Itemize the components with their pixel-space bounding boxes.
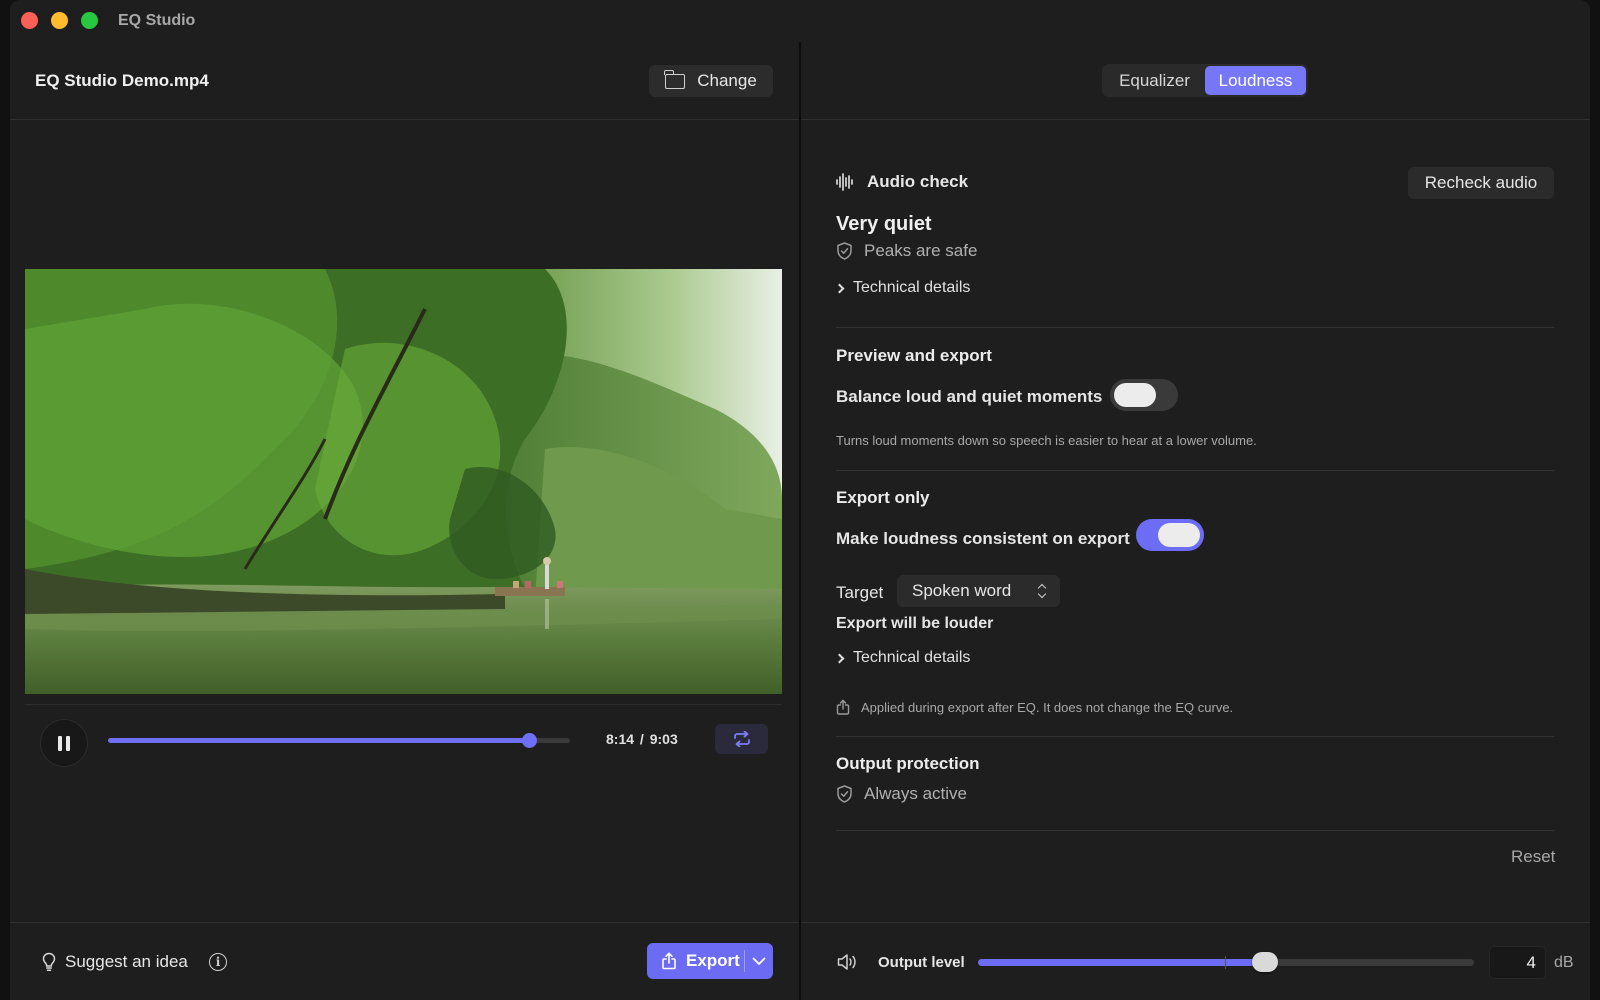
- title-bar: EQ Studio: [10, 0, 1590, 42]
- footer-divider: [801, 922, 1590, 923]
- output-protection-row: Always active: [836, 784, 967, 804]
- header-divider: [10, 119, 799, 120]
- repeat-icon: [733, 731, 750, 747]
- balance-help-text: Turns loud moments down so speech is eas…: [836, 433, 1257, 448]
- export-main-button[interactable]: Export: [647, 943, 744, 979]
- peaks-status: Peaks are safe: [864, 241, 978, 260]
- export-options-button[interactable]: [745, 943, 773, 979]
- technical-details-label: Technical details: [853, 279, 971, 296]
- export-button[interactable]: Export: [647, 943, 773, 979]
- playback-time: 8:14 / 9:03: [606, 731, 678, 747]
- folder-icon: [664, 69, 686, 89]
- suggest-idea-button[interactable]: Suggest an idea: [42, 952, 188, 972]
- settings-pane: Equalizer Loudness Audio check Recheck a…: [801, 42, 1590, 1000]
- output-level-unit: dB: [1554, 954, 1574, 971]
- audio-check-title: Audio check: [867, 172, 969, 191]
- playback-scrubber[interactable]: [108, 733, 570, 748]
- output-protection-title: Output protection: [836, 754, 980, 773]
- section-divider: [836, 736, 1554, 737]
- output-level-fill: [978, 959, 1265, 966]
- audio-check-header: Audio check: [836, 172, 968, 192]
- playback-scrubber-thumb[interactable]: [521, 733, 537, 748]
- header-divider: [801, 119, 1590, 120]
- target-select[interactable]: Spoken word: [897, 575, 1060, 607]
- chevron-right-icon: [834, 653, 845, 663]
- toggle-knob: [1158, 523, 1200, 547]
- mode-tabs: Equalizer Loudness: [1102, 64, 1308, 97]
- target-select-value: Spoken word: [912, 581, 1012, 600]
- window-title: EQ Studio: [118, 12, 196, 29]
- minimize-window-button[interactable]: [51, 12, 68, 29]
- toggle-knob: [1114, 383, 1156, 407]
- app-window: EQ Studio EQ Studio Demo.mp4 Change 8:14…: [10, 0, 1590, 1000]
- video-preview[interactable]: [25, 269, 782, 694]
- preview-export-title: Preview and export: [836, 346, 992, 365]
- lightbulb-icon: [42, 952, 56, 971]
- export-note-row: Applied during export after EQ. It does …: [836, 699, 1233, 715]
- target-label: Target: [836, 583, 884, 602]
- pause-button[interactable]: [40, 719, 88, 767]
- speaker-icon[interactable]: [837, 953, 859, 971]
- peaks-status-row: Peaks are safe: [836, 241, 977, 261]
- waveform-icon: [836, 173, 853, 191]
- output-level-value-field[interactable]: 4: [1489, 946, 1546, 979]
- recheck-audio-button[interactable]: Recheck audio: [1408, 167, 1554, 199]
- chevron-up-down-icon: [1038, 584, 1048, 598]
- file-name: EQ Studio Demo.mp4: [35, 71, 209, 90]
- output-level-slider[interactable]: [978, 952, 1474, 972]
- export-only-title: Export only: [836, 488, 930, 507]
- consistent-loudness-label: Make loudness consistent on export: [836, 529, 1130, 548]
- pause-icon: [58, 735, 70, 751]
- tab-equalizer[interactable]: Equalizer: [1104, 66, 1205, 95]
- shield-check-icon: [837, 242, 852, 260]
- export-note: Applied during export after EQ. It does …: [861, 699, 1234, 715]
- duration: 9:03: [649, 731, 678, 747]
- chevron-down-icon: [752, 957, 766, 965]
- media-pane: EQ Studio Demo.mp4 Change 8:14 / 9:03 Su…: [10, 42, 799, 1000]
- close-window-button[interactable]: [21, 12, 38, 29]
- footer-divider: [10, 922, 799, 923]
- technical-details-toggle[interactable]: Technical details: [834, 279, 971, 297]
- share-icon: [836, 699, 850, 715]
- chevron-right-icon: [834, 283, 845, 293]
- consistent-loudness-toggle[interactable]: [1136, 519, 1204, 551]
- zero-db-tick: [1225, 956, 1226, 969]
- output-level-label: Output level: [878, 954, 965, 971]
- technical-details-toggle[interactable]: Technical details: [834, 649, 971, 667]
- suggest-idea-label: Suggest an idea: [65, 952, 188, 971]
- balance-label: Balance loud and quiet moments: [836, 387, 1103, 406]
- section-divider: [836, 470, 1554, 471]
- output-level-thumb[interactable]: [1251, 952, 1278, 972]
- playback-progress-fill: [108, 738, 529, 743]
- output-protection-status: Always active: [864, 784, 967, 803]
- loudness-status: Very quiet: [836, 213, 932, 235]
- technical-details-label: Technical details: [853, 649, 971, 666]
- tab-loudness[interactable]: Loudness: [1205, 66, 1306, 95]
- loop-button[interactable]: [715, 724, 768, 754]
- reset-button[interactable]: Reset: [1511, 847, 1555, 867]
- section-divider: [836, 327, 1554, 328]
- balance-toggle[interactable]: [1110, 379, 1178, 411]
- zoom-window-button[interactable]: [81, 12, 98, 29]
- export-louder-label: Export will be louder: [836, 615, 994, 632]
- share-icon: [662, 952, 676, 970]
- shield-check-icon: [837, 785, 852, 803]
- video-frame: [25, 269, 782, 694]
- change-button-label: Change: [697, 71, 757, 90]
- time-separator: /: [639, 731, 644, 747]
- info-icon[interactable]: i: [209, 953, 227, 971]
- export-label: Export: [686, 951, 740, 970]
- section-divider: [836, 830, 1554, 831]
- player-divider: [25, 704, 782, 705]
- current-time: 8:14: [606, 731, 635, 747]
- change-file-button[interactable]: Change: [649, 65, 773, 97]
